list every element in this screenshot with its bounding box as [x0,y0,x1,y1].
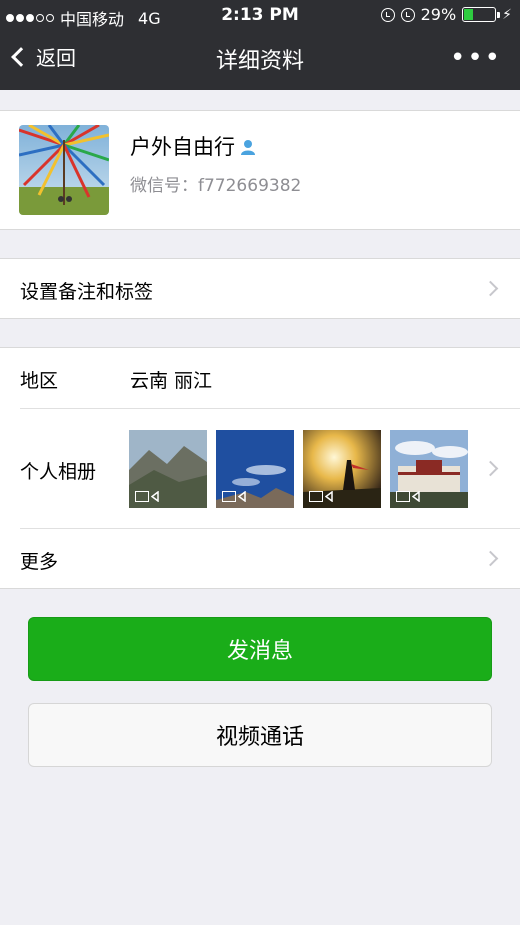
status-bar: 中国移动 4G 2:13 PM 29% ⚡ [0,0,520,30]
video-play-icon [151,491,159,502]
profile-card[interactable]: 户外自由行 微信号：f772669382 [0,110,520,230]
album-photo[interactable] [216,430,294,508]
page-title: 详细资料 [215,49,304,74]
more-label: 更多 [20,551,59,573]
battery-icon [462,7,501,22]
region-row: 地区 云南 丽江 [0,348,520,408]
video-icon [396,491,410,502]
chevron-right-icon [482,550,499,567]
album-label: 个人相册 [20,461,97,483]
chevron-right-icon [482,460,499,477]
avatar[interactable] [19,125,109,215]
album-photo[interactable] [129,430,207,508]
video-play-icon [325,491,333,502]
rotation-lock-icon [380,7,395,22]
album-photo[interactable] [303,430,381,508]
person-icon [239,137,257,155]
remark-label: 设置备注和标签 [20,281,154,303]
video-icon [135,491,149,502]
profile-name-row: 户外自由行 [130,131,257,161]
wechat-id: 微信号：f772669382 [130,176,302,196]
alarm-icon [400,7,415,22]
video-icon [222,491,236,502]
chevron-right-icon [482,280,499,297]
video-play-icon [412,491,420,502]
battery-percent: 29% [420,5,457,24]
profile-name: 户外自由行 [130,135,235,159]
info-group: 地区 云南 丽江 个人相册 更多 [0,347,520,589]
video-play-icon [238,491,246,502]
region-value: 云南 丽江 [130,370,213,392]
region-label: 地区 [20,370,59,392]
send-message-button[interactable]: 发消息 [28,617,492,681]
charging-icon: ⚡ [502,6,512,23]
video-call-button[interactable]: 视频通话 [28,703,492,767]
status-right: 29% ⚡ [380,5,512,24]
video-icon [309,491,323,502]
album-photo[interactable] [390,430,468,508]
nav-bar: 返回 详细资料 ••• [0,30,520,90]
more-row[interactable]: 更多 [0,529,520,588]
battery-fill [464,9,474,20]
remark-row[interactable]: 设置备注和标签 [0,258,520,319]
more-options-button[interactable]: ••• [450,45,502,71]
